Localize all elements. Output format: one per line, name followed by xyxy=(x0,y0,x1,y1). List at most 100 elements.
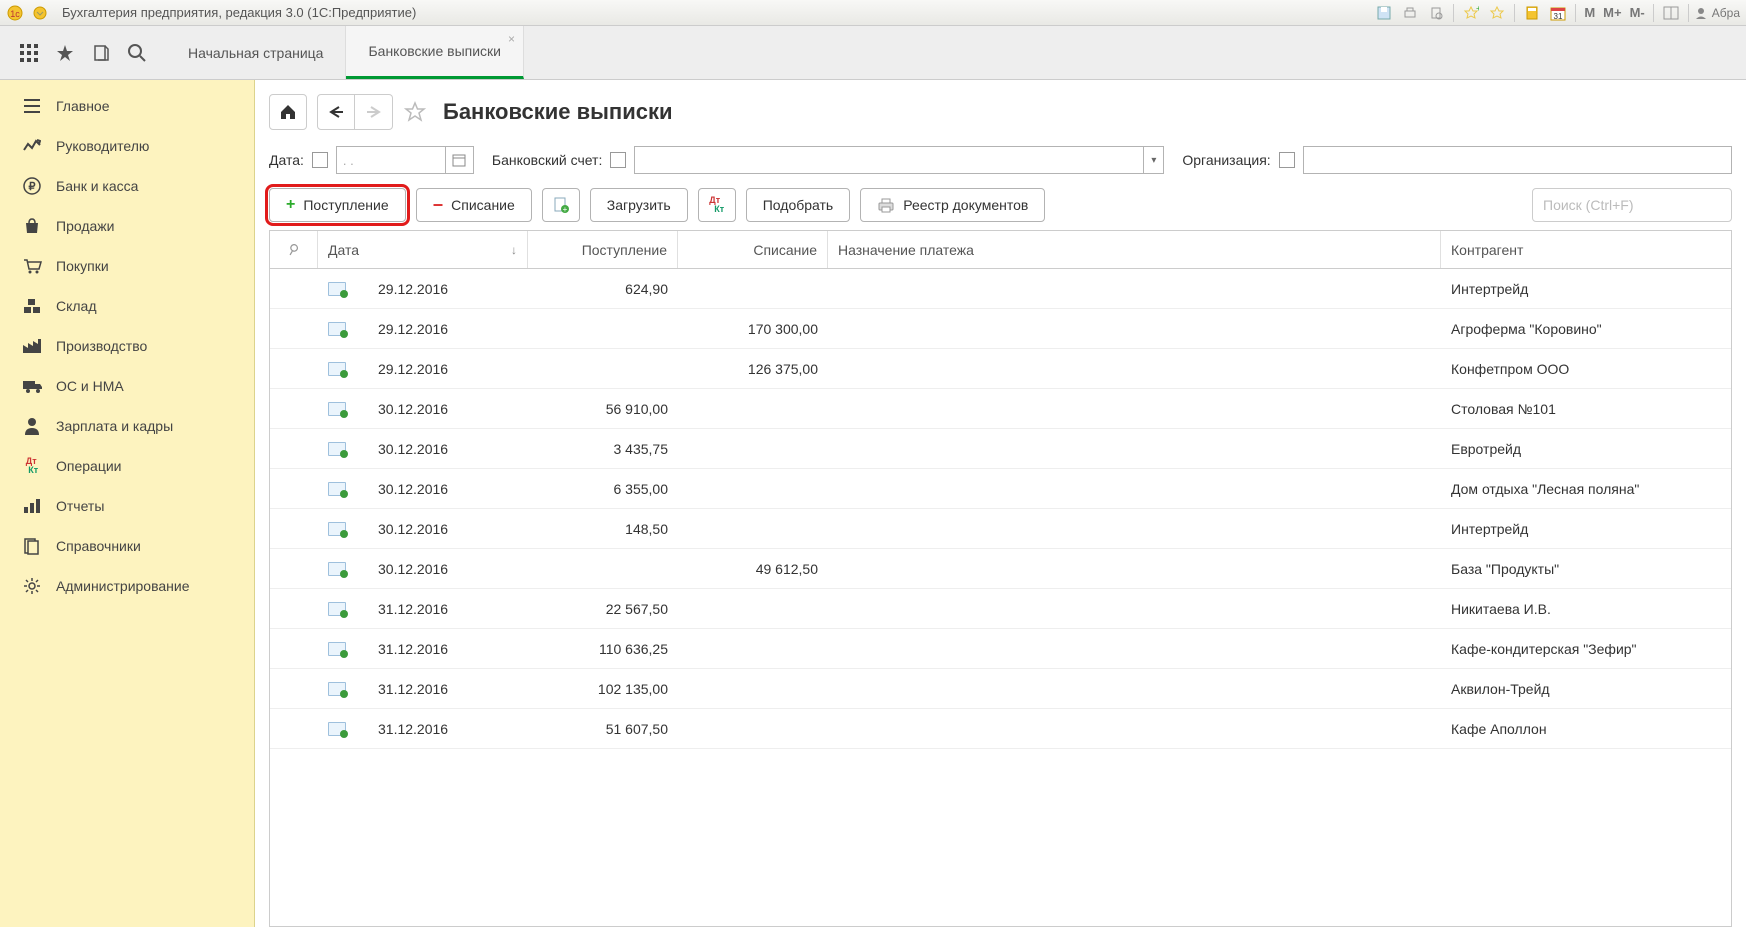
tab-close-icon[interactable]: × xyxy=(508,32,515,46)
doc-preview-icon[interactable] xyxy=(1424,3,1448,23)
gear-icon xyxy=(22,576,42,596)
favorite-page-icon[interactable] xyxy=(403,100,427,124)
cell-income xyxy=(528,349,678,388)
load-button[interactable]: Загрузить xyxy=(590,188,688,222)
sidebar-item-5[interactable]: Склад xyxy=(0,286,254,326)
account-filter-label: Банковский счет: xyxy=(492,152,602,168)
table-row[interactable]: 31.12.2016102 135,00Аквилон-Трейд xyxy=(270,669,1731,709)
col-header-outcome[interactable]: Списание xyxy=(678,231,828,268)
dtkt-button[interactable]: Дт Кт xyxy=(698,188,736,222)
favorite-icon[interactable] xyxy=(1485,3,1509,23)
nav-back-button[interactable] xyxy=(317,94,355,130)
panel-layout-icon[interactable] xyxy=(1659,3,1683,23)
favorite-add-icon[interactable]: + xyxy=(1459,3,1483,23)
col-header-date[interactable]: Дата ↓ xyxy=(318,231,528,268)
account-filter-combo[interactable]: ▾ xyxy=(634,146,1164,174)
income-button-label: Поступление xyxy=(303,197,388,213)
grid-body[interactable]: 29.12.2016624,90Интертрейд29.12.2016170 … xyxy=(270,269,1731,926)
user-icon[interactable]: Абра xyxy=(1694,3,1740,23)
table-row[interactable]: 30.12.20166 355,00Дом отдыха "Лесная пол… xyxy=(270,469,1731,509)
org-filter-checkbox[interactable] xyxy=(1279,152,1295,168)
cell-counterparty: Агроферма "Коровино" xyxy=(1441,309,1731,348)
paperclip-icon: ⚲ xyxy=(285,240,302,260)
cell-attachment xyxy=(270,349,318,388)
star-icon[interactable] xyxy=(54,42,76,64)
cell-attachment xyxy=(270,309,318,348)
cell-attachment xyxy=(270,269,318,308)
outcome-button[interactable]: − Списание xyxy=(416,188,532,222)
cell-date: 30.12.2016 xyxy=(368,509,528,548)
registry-button[interactable]: Реестр документов xyxy=(860,188,1045,222)
memory-m[interactable]: M xyxy=(1581,5,1598,20)
sidebar-item-9[interactable]: Дт КтОперации xyxy=(0,446,254,486)
cart-icon xyxy=(22,256,42,276)
main-content: Банковские выписки Дата: . . Банковский … xyxy=(255,80,1746,927)
nav-forward-button[interactable] xyxy=(355,94,393,130)
outcome-button-label: Списание xyxy=(451,197,515,213)
cell-attachment xyxy=(270,389,318,428)
pick-button[interactable]: Подобрать xyxy=(746,188,851,222)
col-header-attachment[interactable]: ⚲ xyxy=(270,231,318,268)
cell-status-icon xyxy=(318,509,368,548)
sidebar-item-6[interactable]: Производство xyxy=(0,326,254,366)
bars-icon xyxy=(22,496,42,516)
calendar-icon[interactable]: 31 xyxy=(1546,3,1570,23)
col-header-counterparty[interactable]: Контрагент xyxy=(1441,231,1731,268)
memory-m-plus[interactable]: M+ xyxy=(1600,5,1624,20)
table-row[interactable]: 30.12.2016148,50Интертрейд xyxy=(270,509,1731,549)
copy-doc-button[interactable]: + xyxy=(542,188,580,222)
income-button[interactable]: + Поступление xyxy=(269,188,406,222)
search-input[interactable]: Поиск (Ctrl+F) xyxy=(1532,188,1732,222)
search-icon[interactable] xyxy=(126,42,148,64)
cell-purpose xyxy=(828,309,1441,348)
sidebar-item-3[interactable]: Продажи xyxy=(0,206,254,246)
tab-0[interactable]: Начальная страница xyxy=(166,26,346,79)
table-row[interactable]: 31.12.201622 567,50Никитаева И.В. xyxy=(270,589,1731,629)
sidebar-item-0[interactable]: Главное xyxy=(0,86,254,126)
cell-attachment xyxy=(270,509,318,548)
table-row[interactable]: 30.12.201649 612,50База "Продукты" xyxy=(270,549,1731,589)
col-header-income[interactable]: Поступление xyxy=(528,231,678,268)
sidebar-item-10[interactable]: Отчеты xyxy=(0,486,254,526)
table-row[interactable]: 30.12.201656 910,00Столовая №101 xyxy=(270,389,1731,429)
sidebar-item-8[interactable]: Зарплата и кадры xyxy=(0,406,254,446)
date-picker-button[interactable] xyxy=(446,146,474,174)
table-row[interactable]: 31.12.2016110 636,25Кафе-кондитерская "З… xyxy=(270,629,1731,669)
sidebar-item-1[interactable]: Руководителю xyxy=(0,126,254,166)
cell-counterparty: Никитаева И.В. xyxy=(1441,589,1731,628)
sidebar-item-4[interactable]: Покупки xyxy=(0,246,254,286)
navigation-sidebar: ГлавноеРуководителю₽Банк и кассаПродажиП… xyxy=(0,80,255,927)
dropdown-icon[interactable] xyxy=(28,3,52,23)
table-row[interactable]: 30.12.20163 435,75Евротрейд xyxy=(270,429,1731,469)
cell-income xyxy=(528,549,678,588)
sidebar-item-label: Производство xyxy=(56,338,147,354)
dtkt-icon: Дт Кт xyxy=(709,196,724,214)
home-button[interactable] xyxy=(269,94,307,130)
sidebar-item-2[interactable]: ₽Банк и касса xyxy=(0,166,254,206)
tab-1[interactable]: Банковские выписки× xyxy=(346,26,524,79)
org-filter-combo[interactable] xyxy=(1303,146,1732,174)
calculator-icon[interactable] xyxy=(1520,3,1544,23)
cell-purpose xyxy=(828,669,1441,708)
account-filter-checkbox[interactable] xyxy=(610,152,626,168)
sidebar-item-12[interactable]: Администрирование xyxy=(0,566,254,606)
table-row[interactable]: 31.12.201651 607,50Кафе Аполлон xyxy=(270,709,1731,749)
memory-m-minus[interactable]: M- xyxy=(1627,5,1648,20)
apps-grid-icon[interactable] xyxy=(18,42,40,64)
table-row[interactable]: 29.12.2016126 375,00Конфетпром ООО xyxy=(270,349,1731,389)
date-filter-checkbox[interactable] xyxy=(312,152,328,168)
table-row[interactable]: 29.12.2016624,90Интертрейд xyxy=(270,269,1731,309)
col-header-purpose[interactable]: Назначение платежа xyxy=(828,231,1441,268)
history-icon[interactable] xyxy=(90,42,112,64)
sidebar-item-11[interactable]: Справочники xyxy=(0,526,254,566)
cell-outcome xyxy=(678,389,828,428)
date-filter-input[interactable]: . . xyxy=(336,146,446,174)
save-icon[interactable] xyxy=(1372,3,1396,23)
cell-status-icon xyxy=(318,549,368,588)
print-icon[interactable] xyxy=(1398,3,1422,23)
sidebar-item-7[interactable]: ОС и НМА xyxy=(0,366,254,406)
cell-status-icon xyxy=(318,429,368,468)
table-row[interactable]: 29.12.2016170 300,00Агроферма "Коровино" xyxy=(270,309,1731,349)
books-icon xyxy=(22,536,42,556)
cell-attachment xyxy=(270,549,318,588)
